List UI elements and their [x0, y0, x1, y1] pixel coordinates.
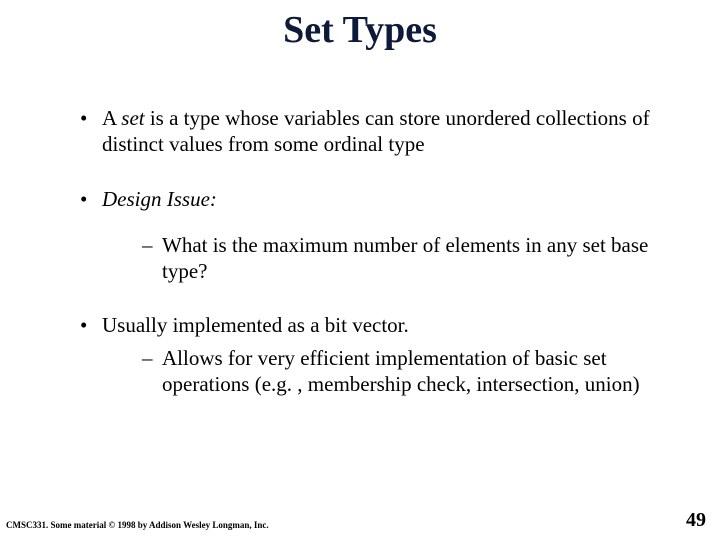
bullet-definition: A set is a type whose variables can stor… — [80, 105, 660, 158]
page-number: 49 — [686, 509, 706, 532]
label-design-issue: Design Issue: — [102, 187, 217, 211]
text: is a type whose variables can store unor… — [102, 106, 650, 156]
term-set: set — [121, 106, 144, 130]
text: Allows for very efficient implementation… — [162, 346, 640, 396]
slide: Set Types A set is a type whose variable… — [0, 0, 720, 540]
footer-copyright: CMSC331. Some material © 1998 by Addison… — [6, 520, 269, 530]
bullet-implementation: Usually implemented as a bit vector. All… — [80, 312, 660, 397]
text: A — [102, 106, 121, 130]
sub-bullet-max-elements: What is the maximum number of elements i… — [102, 232, 660, 285]
text: What is the maximum number of elements i… — [162, 233, 648, 283]
bullet-design-issue: Design Issue: What is the maximum number… — [80, 186, 660, 285]
slide-title: Set Types — [0, 0, 720, 52]
slide-body: A set is a type whose variables can stor… — [80, 105, 660, 425]
sub-bullet-efficiency: Allows for very efficient implementation… — [102, 345, 660, 398]
text: Usually implemented as a bit vector. — [102, 313, 409, 337]
